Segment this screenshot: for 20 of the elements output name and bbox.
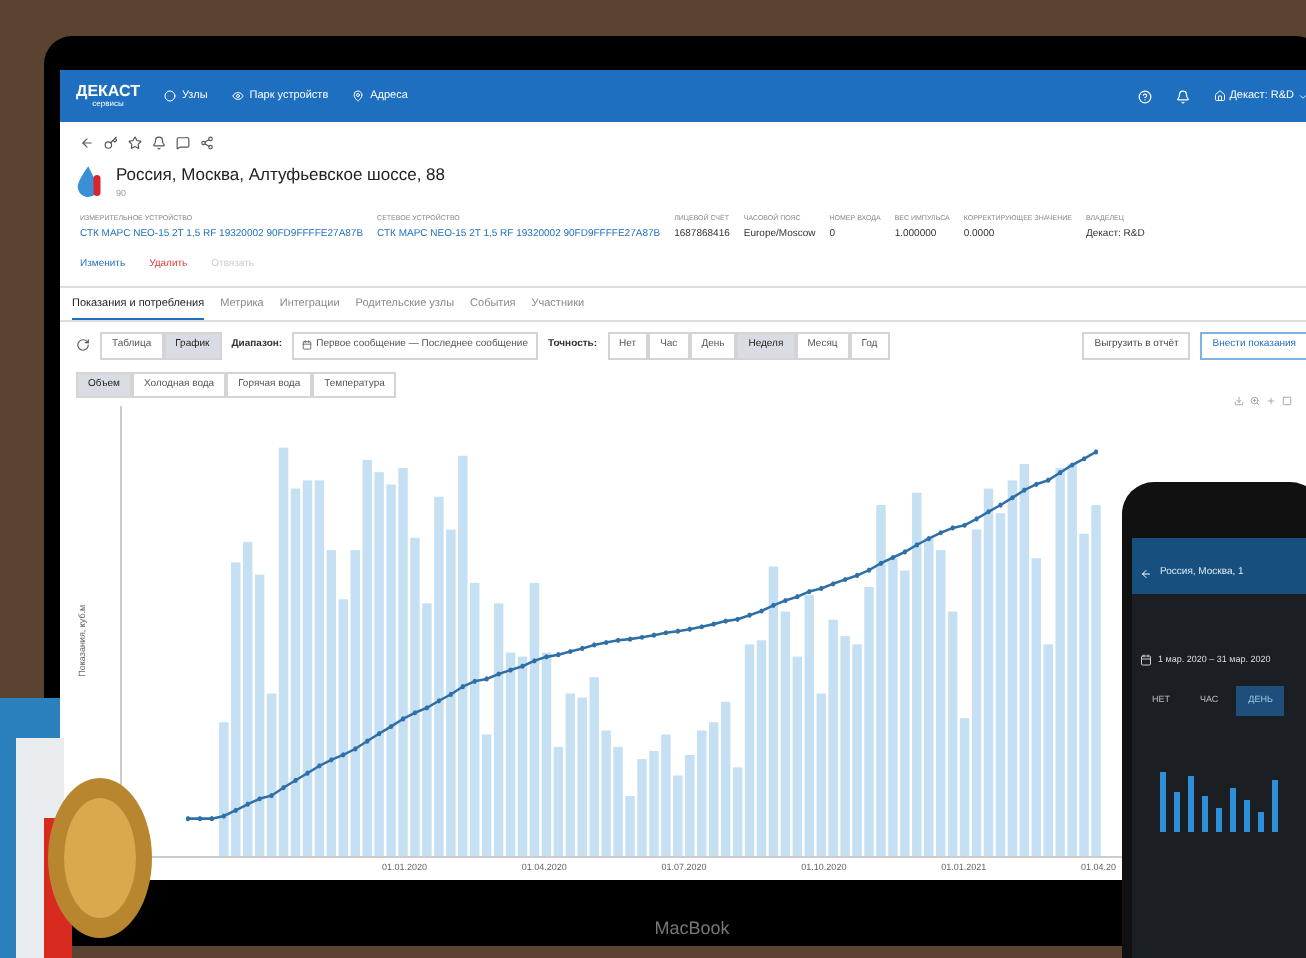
share-icon[interactable] bbox=[200, 136, 214, 150]
back-icon[interactable] bbox=[80, 136, 94, 150]
logo-text: ДЕКАСТ bbox=[76, 84, 140, 100]
laptop-brand-label: MacBook bbox=[654, 915, 730, 941]
phone-back-icon[interactable] bbox=[1140, 567, 1152, 580]
comment-icon[interactable] bbox=[176, 136, 190, 150]
phone-calendar-icon bbox=[1140, 653, 1152, 666]
help-icon[interactable] bbox=[1137, 89, 1152, 103]
star-icon[interactable] bbox=[128, 136, 142, 150]
house-icon bbox=[1213, 90, 1226, 102]
circle-icon bbox=[163, 90, 176, 102]
notification-icon[interactable] bbox=[1175, 89, 1190, 103]
bell-icon[interactable] bbox=[152, 136, 166, 150]
refresh-icon[interactable] bbox=[76, 338, 90, 353]
water-drop-icon bbox=[76, 163, 104, 200]
key-icon[interactable] bbox=[104, 136, 118, 150]
eye-icon bbox=[231, 90, 244, 102]
address-title: Россия, Москва, Алтуфьевское шоссе, 88 bbox=[116, 162, 446, 188]
calendar-icon bbox=[302, 340, 313, 351]
map-pin-icon bbox=[352, 90, 365, 102]
